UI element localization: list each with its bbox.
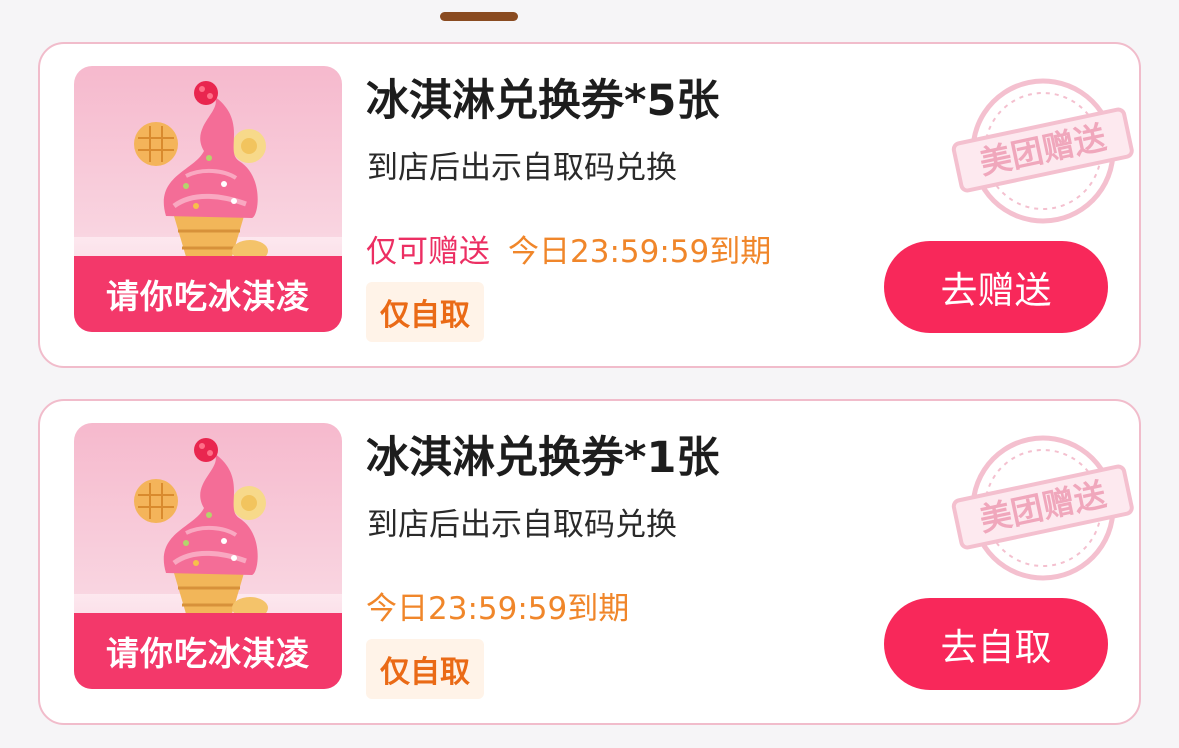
meituan-gift-stamp: 美团赠送 — [951, 78, 1134, 224]
image-caption: 请你吃冰淇凌 — [74, 256, 342, 332]
expiry-label: 今日23:59:59到期 — [508, 234, 772, 270]
expiry-label: 今日23:59:59到期 — [366, 591, 630, 627]
coupon-card: 请你吃冰淇凌 冰淇淋兑换券*1张 到店后出示自取码兑换 今日23:59:59到期… — [38, 399, 1141, 725]
image-caption: 请你吃冰淇凌 — [74, 613, 342, 689]
sheet-drag-handle[interactable] — [440, 12, 518, 21]
coupon-subtitle: 到店后出示自取码兑换 — [367, 150, 677, 186]
coupon-meta: 今日23:59:59到期 — [366, 583, 629, 628]
coupon-title: 冰淇淋兑换券*5张 — [366, 76, 720, 126]
ice-cream-image: 请你吃冰淇凌 — [74, 66, 342, 332]
gift-button[interactable]: 去赠送 — [884, 241, 1108, 333]
pickup-only-tag: 仅自取 — [366, 282, 484, 342]
meituan-gift-stamp: 美团赠送 — [951, 435, 1134, 581]
coupon-card: 请你吃冰淇凌 冰淇淋兑换券*5张 到店后出示自取码兑换 仅可赠送 今日23:59:… — [38, 42, 1141, 368]
gift-only-label: 仅可赠送 — [366, 234, 490, 270]
pickup-button[interactable]: 去自取 — [884, 598, 1108, 690]
coupon-meta: 仅可赠送 今日23:59:59到期 — [366, 226, 771, 271]
coupon-title: 冰淇淋兑换券*1张 — [366, 433, 720, 483]
pickup-only-tag: 仅自取 — [366, 639, 484, 699]
coupon-subtitle: 到店后出示自取码兑换 — [367, 507, 677, 543]
ice-cream-image: 请你吃冰淇凌 — [74, 423, 342, 689]
